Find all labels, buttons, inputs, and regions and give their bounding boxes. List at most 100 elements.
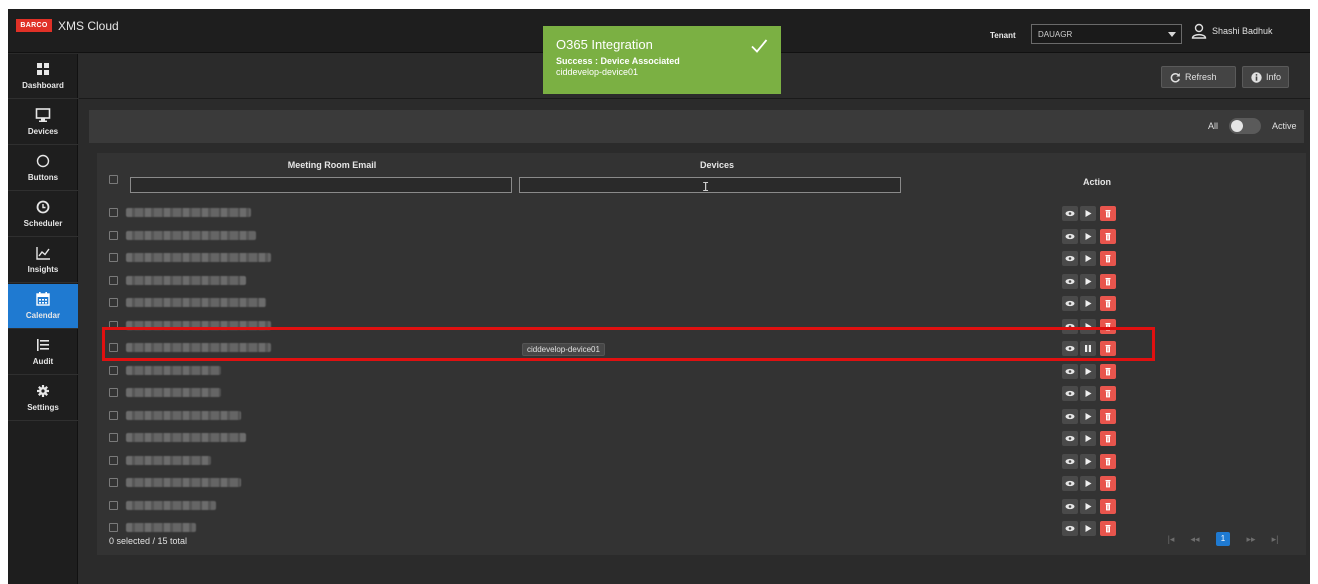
row-checkbox[interactable]	[109, 230, 118, 240]
play-button[interactable]	[1080, 251, 1096, 266]
info-button[interactable]: Info	[1242, 66, 1289, 88]
view-button[interactable]	[1062, 251, 1078, 266]
delete-button[interactable]	[1100, 206, 1116, 221]
row-checkbox[interactable]	[109, 388, 118, 397]
view-button[interactable]	[1062, 386, 1078, 401]
delete-button[interactable]	[1100, 521, 1116, 536]
user-icon[interactable]	[1191, 23, 1207, 39]
sidebar-item-label: Settings	[27, 403, 59, 412]
play-button[interactable]	[1080, 386, 1096, 401]
last-page-icon[interactable]: ▸|	[1268, 534, 1282, 545]
row-checkbox[interactable]	[109, 478, 118, 487]
play-button[interactable]	[1080, 206, 1096, 221]
eye-icon	[1065, 525, 1075, 532]
sidebar-item-dashboard[interactable]: Dashboard	[8, 54, 78, 99]
row-checkbox[interactable]	[109, 208, 118, 217]
view-button[interactable]	[1062, 363, 1078, 379]
delete-button[interactable]	[1100, 228, 1116, 244]
delete-button[interactable]	[1100, 386, 1116, 401]
view-button[interactable]	[1062, 408, 1078, 424]
sidebar-item-audit[interactable]: Audit	[8, 330, 78, 375]
row-checkbox[interactable]	[109, 455, 118, 465]
play-button[interactable]	[1080, 453, 1096, 469]
sidebar-item-settings[interactable]: Settings	[8, 376, 78, 421]
view-button[interactable]	[1062, 273, 1078, 289]
row-checkbox[interactable]	[109, 500, 118, 510]
delete-button[interactable]	[1100, 408, 1116, 424]
table-row[interactable]	[97, 248, 1157, 270]
view-button[interactable]	[1062, 498, 1078, 514]
active-filter-toggle[interactable]	[1229, 118, 1261, 134]
select-all-checkbox[interactable]	[109, 175, 118, 184]
table-row[interactable]	[97, 383, 1157, 405]
play-button[interactable]	[1080, 296, 1096, 311]
email-filter-input[interactable]	[130, 177, 512, 193]
user-name[interactable]: Shashi Badhuk	[1212, 26, 1273, 36]
delete-button[interactable]	[1100, 251, 1116, 266]
row-checkbox[interactable]	[109, 365, 118, 375]
row-checkbox[interactable]	[109, 253, 118, 262]
view-button[interactable]	[1062, 228, 1078, 244]
column-header-email[interactable]: Meeting Room Email	[137, 160, 527, 170]
row-checkbox[interactable]	[109, 523, 118, 532]
table-row[interactable]	[97, 226, 1157, 248]
view-button[interactable]	[1062, 521, 1078, 536]
delete-button[interactable]	[1100, 453, 1116, 469]
refresh-button[interactable]: Refresh	[1161, 66, 1236, 88]
play-button[interactable]	[1080, 521, 1096, 536]
table-row[interactable]	[97, 473, 1157, 495]
sidebar-item-buttons[interactable]: Buttons	[8, 146, 78, 191]
first-page-icon[interactable]: |◂	[1164, 534, 1178, 545]
eye-icon	[1065, 210, 1075, 217]
table-row[interactable]	[97, 293, 1157, 315]
delete-button[interactable]	[1100, 296, 1116, 311]
delete-button[interactable]	[1100, 431, 1116, 446]
view-button[interactable]	[1062, 296, 1078, 311]
table-row[interactable]	[97, 451, 1157, 473]
play-button[interactable]	[1080, 363, 1096, 379]
row-checkbox[interactable]	[109, 410, 118, 420]
table-row[interactable]	[97, 361, 1157, 383]
trash-icon	[1105, 525, 1111, 533]
table-row[interactable]	[97, 203, 1157, 225]
table-row[interactable]	[97, 518, 1157, 540]
text-cursor-icon: I	[702, 180, 710, 194]
sidebar-item-scheduler[interactable]: Scheduler	[8, 192, 78, 237]
play-button[interactable]	[1080, 498, 1096, 514]
play-button[interactable]	[1080, 273, 1096, 289]
sidebar-item-devices[interactable]: Devices	[8, 100, 78, 145]
sidebar-item-insights[interactable]: Insights	[8, 238, 78, 283]
meeting-room-email-redacted	[126, 230, 256, 240]
delete-button[interactable]	[1100, 363, 1116, 379]
row-checkbox[interactable]	[109, 433, 118, 442]
tenant-select[interactable]: DAUAGR	[1031, 24, 1182, 44]
delete-button[interactable]	[1100, 273, 1116, 289]
next-page-icon[interactable]: ▸▸	[1244, 534, 1258, 545]
view-button[interactable]	[1062, 476, 1078, 491]
table-row[interactable]	[97, 428, 1157, 450]
table-row[interactable]	[97, 496, 1157, 518]
view-button[interactable]	[1062, 431, 1078, 446]
sidebar-item-label: Scheduler	[23, 219, 63, 228]
row-checkbox[interactable]	[109, 298, 118, 307]
page-number-current[interactable]: 1	[1216, 532, 1230, 546]
column-header-devices[interactable]: Devices	[527, 160, 907, 170]
play-button[interactable]	[1080, 408, 1096, 424]
delete-button[interactable]	[1100, 476, 1116, 491]
view-button[interactable]	[1062, 206, 1078, 221]
refresh-icon	[1170, 73, 1180, 83]
row-checkbox[interactable]	[109, 275, 118, 285]
prev-page-icon[interactable]: ◂◂	[1188, 534, 1202, 545]
play-button[interactable]	[1080, 228, 1096, 244]
gear-icon	[37, 385, 49, 397]
play-button[interactable]	[1080, 476, 1096, 491]
success-toast[interactable]: O365 Integration Success : Device Associ…	[543, 26, 781, 94]
delete-button[interactable]	[1100, 498, 1116, 514]
view-button[interactable]	[1062, 453, 1078, 469]
table-row[interactable]	[97, 406, 1157, 428]
trash-icon	[1105, 210, 1111, 218]
table-row[interactable]	[97, 271, 1157, 293]
play-button[interactable]	[1080, 431, 1096, 446]
devices-filter-input[interactable]	[519, 177, 901, 193]
sidebar-item-calendar[interactable]: Calendar	[8, 284, 78, 329]
